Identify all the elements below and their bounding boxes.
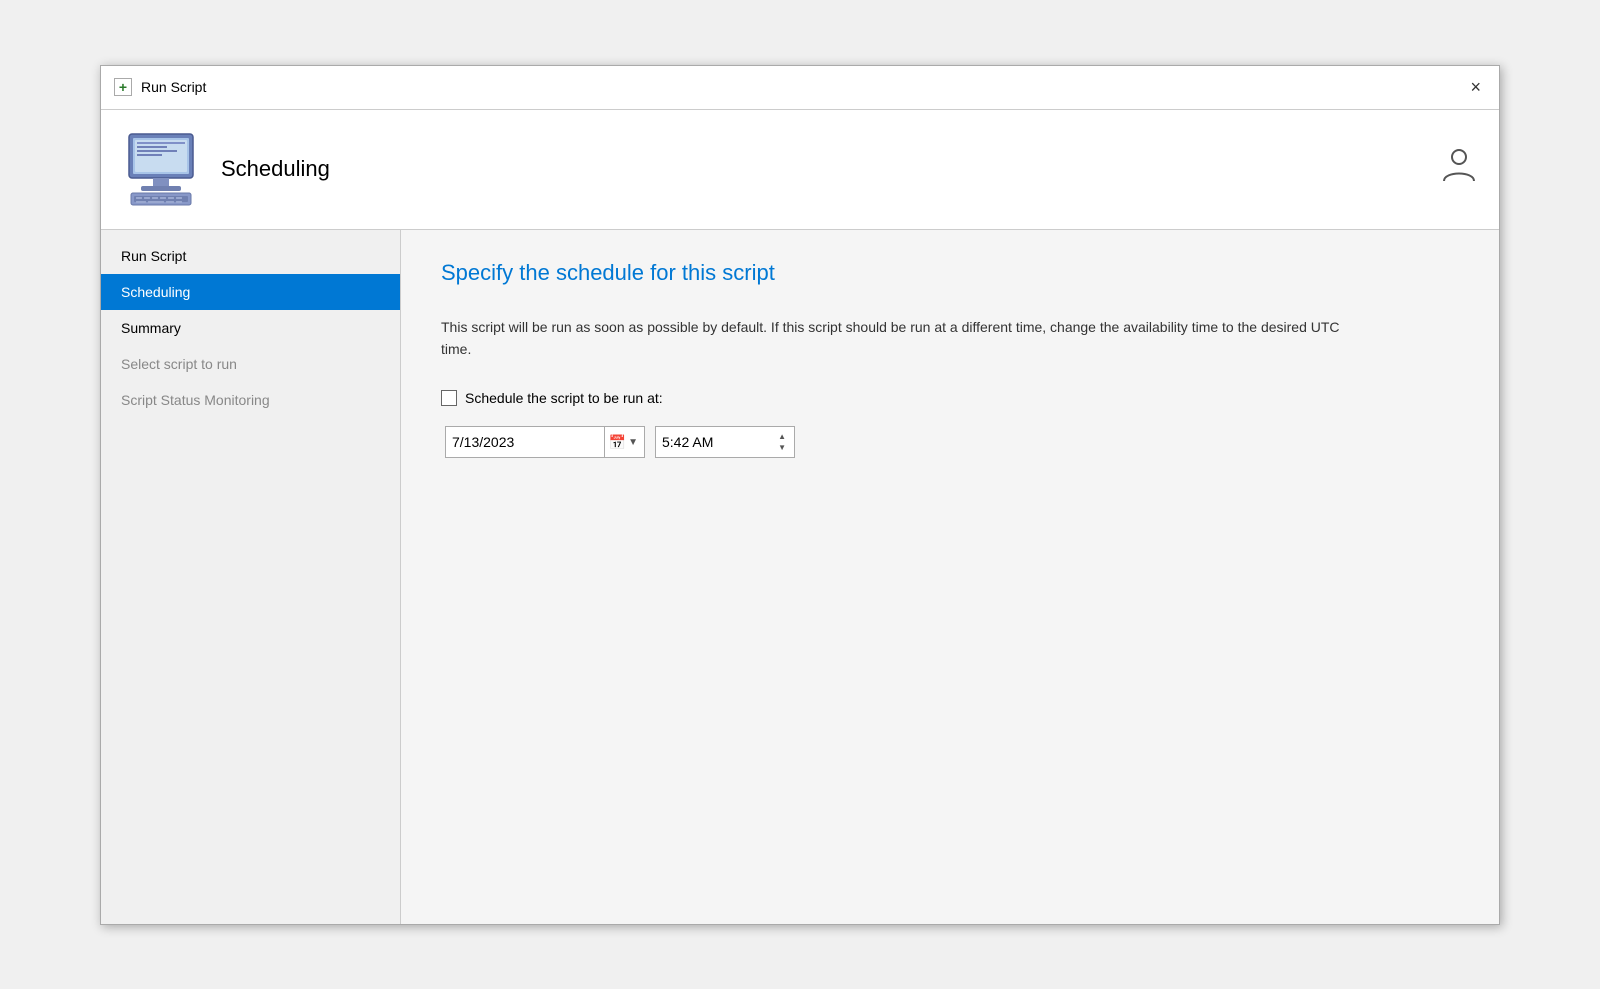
date-dropdown-arrow: ▼ bbox=[628, 437, 638, 448]
time-value: 5:42 AM bbox=[662, 434, 713, 450]
sidebar-item-select-script: Select script to run bbox=[101, 346, 400, 382]
sidebar-item-scheduling[interactable]: Scheduling bbox=[101, 274, 400, 310]
user-help-icon bbox=[1439, 145, 1479, 185]
schedule-checkbox[interactable] bbox=[441, 390, 457, 406]
content-area: Specify the schedule for this script Thi… bbox=[401, 230, 1499, 924]
schedule-checkbox-label[interactable]: Schedule the script to be run at: bbox=[465, 390, 663, 406]
close-button[interactable]: × bbox=[1464, 76, 1487, 98]
time-decrement-button[interactable]: ▼ bbox=[776, 443, 788, 453]
time-input[interactable]: 5:42 AM ▲ ▼ bbox=[655, 426, 795, 458]
help-icon[interactable] bbox=[1439, 145, 1479, 193]
sidebar-item-summary[interactable]: Summary bbox=[101, 310, 400, 346]
time-spinner: ▲ ▼ bbox=[776, 427, 788, 457]
content-title: Specify the schedule for this script bbox=[441, 260, 1459, 286]
computer-icon bbox=[121, 129, 201, 209]
calendar-icon: 📅 bbox=[609, 434, 626, 451]
run-script-icon: + bbox=[114, 78, 132, 96]
sidebar-item-script-status: Script Status Monitoring bbox=[101, 382, 400, 418]
header-title: Scheduling bbox=[221, 156, 330, 182]
date-time-row: 7/13/2023 📅 ▼ 5:42 AM ▲ ▼ bbox=[445, 426, 1459, 458]
dialog-title: Run Script bbox=[141, 79, 206, 95]
schedule-row: Schedule the script to be run at: bbox=[441, 390, 1459, 406]
main-layout: Run Script Scheduling Summary Select scr… bbox=[101, 230, 1499, 924]
time-increment-button[interactable]: ▲ bbox=[776, 432, 788, 442]
title-bar-left: + Run Script bbox=[113, 77, 206, 97]
sidebar: Run Script Scheduling Summary Select scr… bbox=[101, 230, 401, 924]
date-value: 7/13/2023 bbox=[452, 434, 604, 450]
title-bar: + Run Script × bbox=[101, 66, 1499, 110]
description-text: This script will be run as soon as possi… bbox=[441, 316, 1341, 361]
date-input[interactable]: 7/13/2023 📅 ▼ bbox=[445, 426, 645, 458]
run-script-dialog: + Run Script × bbox=[100, 65, 1500, 925]
header-area: Scheduling bbox=[101, 110, 1499, 230]
header-left: Scheduling bbox=[121, 129, 330, 209]
date-picker-button[interactable]: 📅 ▼ bbox=[604, 427, 638, 457]
title-icon: + bbox=[113, 77, 133, 97]
sidebar-item-run-script[interactable]: Run Script bbox=[101, 238, 400, 274]
schedule-checkbox-wrapper: Schedule the script to be run at: bbox=[441, 390, 663, 406]
